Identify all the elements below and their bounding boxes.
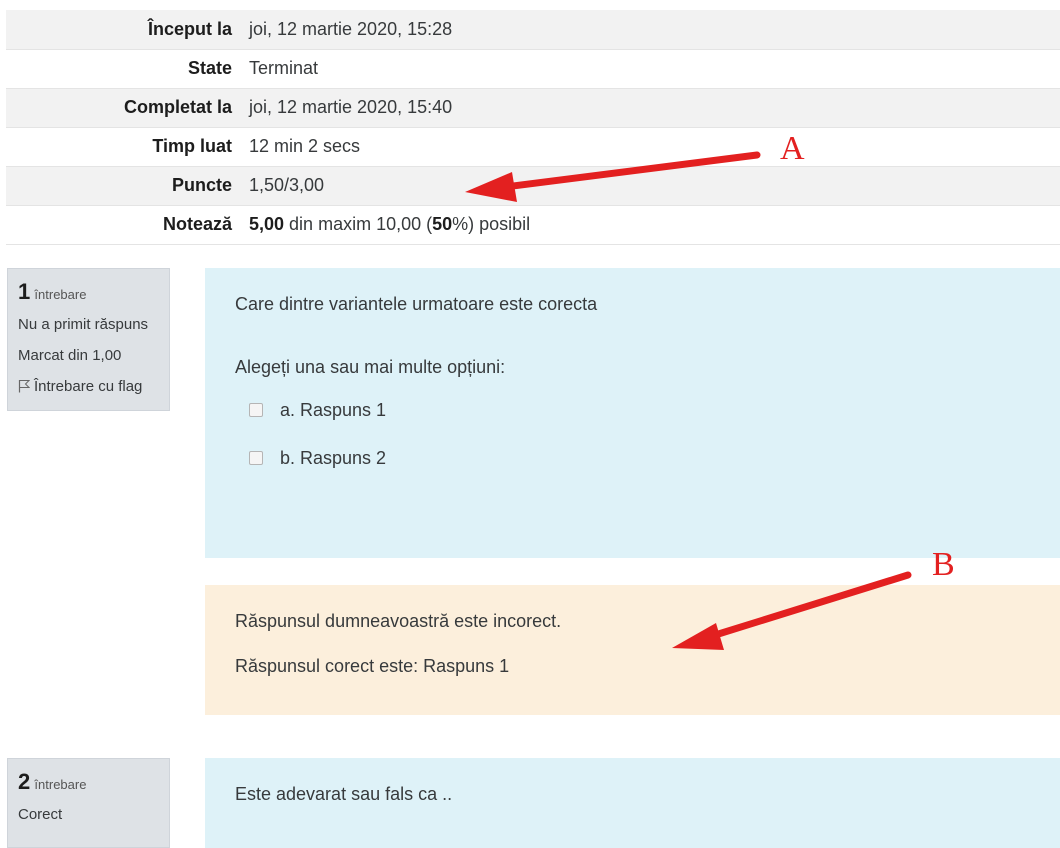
answer-b-label: b. Raspuns 2 — [280, 447, 387, 468]
answer-option-a[interactable]: a. Raspuns 1 — [235, 386, 1030, 434]
question-2-formulation: Este adevarat sau fals ca .. — [205, 758, 1060, 848]
summary-row-completed: Completat la joi, 12 martie 2020, 15:40 — [6, 88, 1060, 128]
question-2-word: întrebare — [34, 777, 87, 792]
grade-middle: din maxim 10,00 ( — [284, 214, 433, 234]
summary-label-marks: Puncte — [6, 166, 241, 206]
feedback-incorrect: Răspunsul dumneavoastră este incorect. — [235, 611, 562, 631]
summary-row-time-taken: Timp luat 12 min 2 secs — [6, 127, 1060, 167]
question-1-heading: 1 întrebare — [18, 279, 159, 305]
grade-percent: 50 — [432, 214, 453, 234]
summary-row-started: Început la joi, 12 martie 2020, 15:28 — [6, 10, 1060, 50]
summary-label-grade: Notează — [6, 205, 241, 245]
answer-a-label: a. Raspuns 1 — [280, 399, 387, 420]
summary-value-state: Terminat — [241, 49, 1060, 89]
quiz-summary-table: Început la joi, 12 martie 2020, 15:28 St… — [6, 10, 1060, 245]
question-1-prompt: Alegeți una sau mai multe opțiuni: — [235, 357, 506, 377]
question-1-word: întrebare — [34, 287, 87, 302]
question-1-text: Care dintre variantele urmatoare este co… — [235, 294, 598, 314]
question-2-info: 2 întrebare Corect — [7, 758, 170, 848]
question-1-feedback: Răspunsul dumneavoastră este incorect. R… — [205, 585, 1060, 715]
grade-score: 5,00 — [249, 214, 285, 234]
question-2-number: 2 — [18, 769, 31, 794]
annotation-label-b: B — [932, 546, 955, 583]
summary-value-grade: 5,00 din maxim 10,00 (50%) posibil — [241, 205, 1060, 245]
annotation-label-a: A — [780, 130, 805, 167]
question-1-flag-toggle[interactable]: Întrebare cu flag — [18, 375, 159, 400]
answer-option-b[interactable]: b. Raspuns 2 — [235, 434, 1030, 482]
summary-value-started: joi, 12 martie 2020, 15:28 — [241, 10, 1060, 50]
feedback-correct-answer: Răspunsul corect este: Raspuns 1 — [235, 656, 510, 676]
question-1-number: 1 — [18, 279, 31, 304]
summary-label-state: State — [6, 49, 241, 89]
answer-b-checkbox[interactable] — [249, 451, 263, 465]
question-1-status: Nu a primit răspuns — [18, 316, 149, 333]
summary-label-completed: Completat la — [6, 88, 241, 128]
grade-suffix: %) posibil — [452, 214, 531, 234]
question-2-text: Este adevarat sau fals ca .. — [235, 784, 453, 804]
question-1-marked: Marcat din 1,00 — [18, 347, 122, 364]
summary-row-grade: Notează 5,00 din maxim 10,00 (50%) posib… — [6, 205, 1060, 245]
summary-value-time-taken: 12 min 2 secs — [241, 127, 1060, 167]
summary-value-completed: joi, 12 martie 2020, 15:40 — [241, 88, 1060, 128]
question-1-formulation: Care dintre variantele urmatoare este co… — [205, 268, 1060, 558]
summary-value-marks: 1,50/3,00 — [241, 166, 1060, 206]
summary-row-state: State Terminat — [6, 49, 1060, 89]
summary-row-marks: Puncte 1,50/3,00 — [6, 166, 1060, 206]
summary-label-started: Început la — [6, 10, 241, 50]
summary-label-time-taken: Timp luat — [6, 127, 241, 167]
question-2-heading: 2 întrebare — [18, 769, 159, 795]
flag-icon — [18, 375, 31, 400]
question-2-status: Corect — [18, 806, 63, 823]
question-1-flag-label: Întrebare cu flag — [34, 378, 143, 395]
answer-a-checkbox[interactable] — [249, 403, 263, 417]
question-1-info: 1 întrebare Nu a primit răspuns Marcat d… — [7, 268, 170, 411]
